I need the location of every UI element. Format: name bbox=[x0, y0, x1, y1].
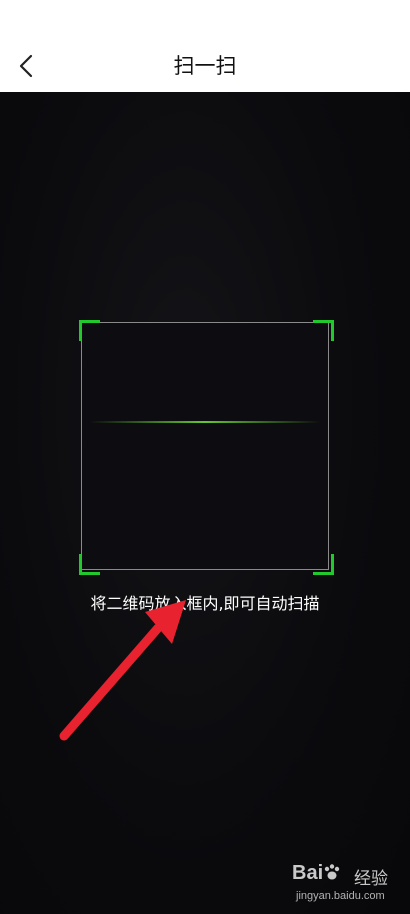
scan-screen: 扫一扫 将二维码放入框内,即可自动扫描 Bai 经验 jingyan.baidu… bbox=[0, 0, 410, 914]
header-bar: 扫一扫 bbox=[0, 0, 410, 92]
page-title: 扫一扫 bbox=[173, 54, 237, 78]
scan-frame bbox=[81, 322, 329, 570]
scan-corner-bottom-left bbox=[79, 554, 100, 575]
scan-hint: 将二维码放入框内,即可自动扫描 bbox=[90, 594, 320, 613]
scan-corner-bottom-right bbox=[313, 554, 334, 575]
scan-corner-top-left bbox=[79, 320, 100, 341]
baidu-jingyan-watermark: Bai 经验 jingyan.baidu.com bbox=[292, 862, 404, 910]
scan-line bbox=[90, 421, 320, 423]
paw-icon bbox=[324, 864, 340, 880]
watermark-logo: Bai bbox=[292, 862, 341, 885]
scan-corner-top-right bbox=[313, 320, 334, 341]
watermark-jingyan: 经验 bbox=[354, 869, 388, 889]
watermark-url: jingyan.baidu.com bbox=[296, 890, 385, 902]
